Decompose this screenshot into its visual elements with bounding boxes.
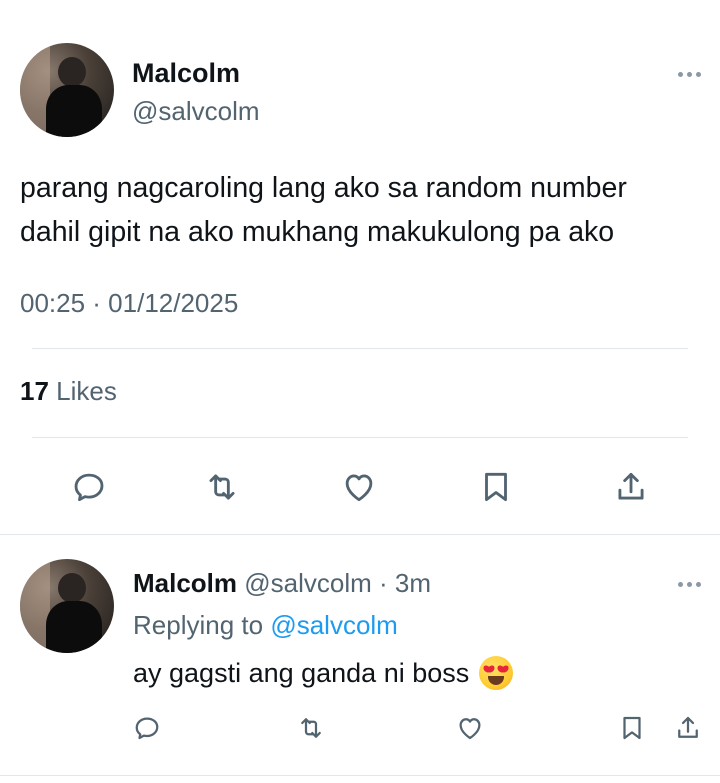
avatar[interactable] (20, 43, 114, 137)
retweet-button[interactable] (199, 464, 245, 510)
like-button[interactable] (336, 464, 382, 510)
divider (32, 348, 688, 349)
divider (0, 534, 720, 535)
share-icon (678, 716, 698, 738)
more-options-icon[interactable] (678, 72, 701, 77)
retweet-icon (209, 474, 235, 500)
author-handle-time[interactable]: @salvcolm · 3m (244, 568, 431, 598)
replying-to-handle[interactable]: @salvcolm (270, 610, 398, 640)
heart-eyes-emoji-icon (479, 656, 514, 690)
reply-header: Malcolm @salvcolm · 3m (133, 568, 431, 599)
author-name[interactable]: Malcolm (132, 58, 240, 89)
tweet-text: parang nagcaroling lang ako sa random nu… (20, 172, 627, 248)
divider (32, 437, 688, 438)
retweet-icon (301, 718, 321, 738)
bookmark-button[interactable] (473, 464, 519, 510)
reply-text: ay gagsti ang ganda ni boss (133, 656, 514, 690)
bookmark-icon (623, 716, 641, 740)
like-icon (345, 474, 373, 502)
author-name[interactable]: Malcolm (133, 568, 237, 598)
divider (0, 775, 720, 776)
likes-count[interactable]: 17 Likes (20, 376, 117, 407)
retweet-button[interactable] (293, 710, 329, 746)
share-button[interactable] (608, 464, 654, 510)
reply-button[interactable] (129, 710, 165, 746)
reply-button[interactable] (66, 464, 112, 510)
share-icon (618, 472, 644, 500)
avatar[interactable] (20, 559, 114, 653)
more-options-icon[interactable] (678, 582, 701, 587)
bookmark-button[interactable] (614, 710, 650, 746)
bookmark-icon (485, 472, 507, 502)
replying-to: Replying to @salvcolm (133, 610, 398, 640)
share-button[interactable] (670, 710, 706, 746)
tweet-timestamp[interactable]: 00:25 · 01/12/2025 (20, 288, 238, 319)
like-icon (459, 718, 481, 740)
reply-icon (74, 473, 104, 502)
like-button[interactable] (452, 710, 488, 746)
reply-icon (135, 717, 159, 740)
author-handle[interactable]: @salvcolm (132, 96, 260, 127)
